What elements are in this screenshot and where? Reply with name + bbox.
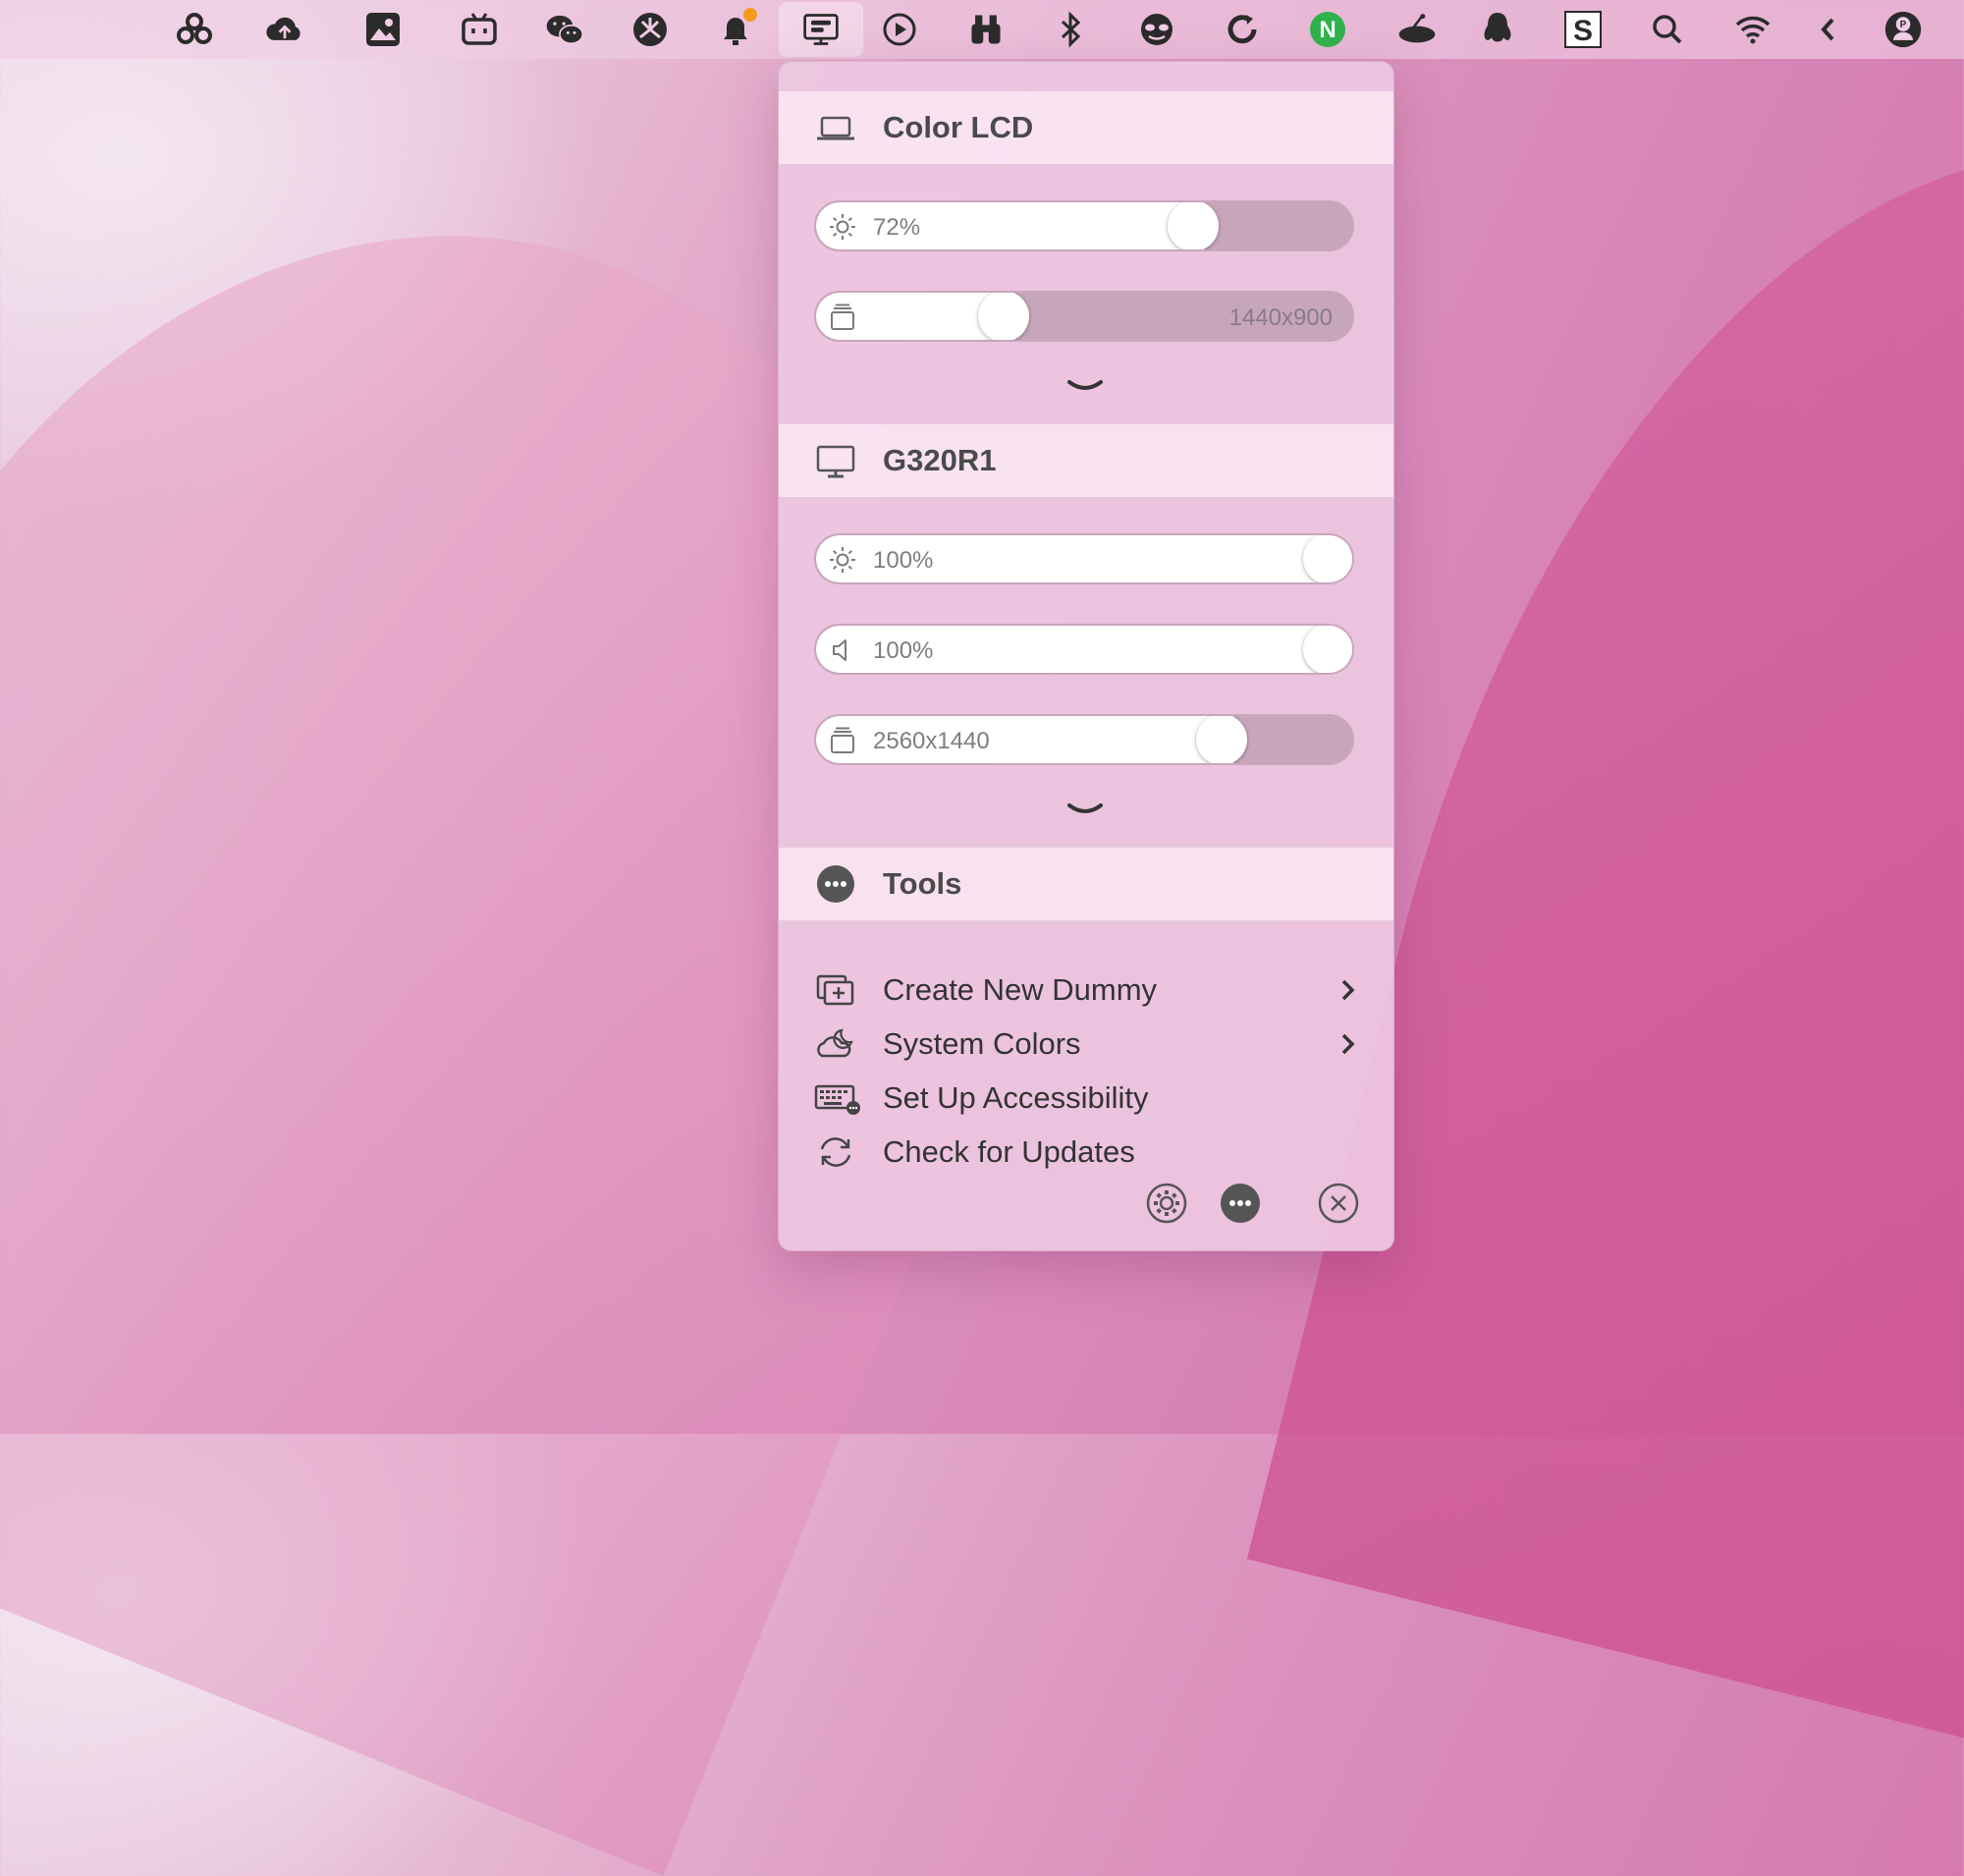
ufo-icon[interactable] <box>1388 0 1446 59</box>
menu-item-set-up-accessibility[interactable]: Set Up Accessibility <box>814 1075 1360 1122</box>
volume-slider[interactable]: 100% <box>814 624 1354 675</box>
tools-header: Tools <box>779 847 1393 921</box>
yuque-icon[interactable] <box>621 0 680 59</box>
brightness-value: 100% <box>873 547 934 574</box>
chevron-right-icon <box>1337 1029 1360 1059</box>
notification-dot <box>743 8 757 22</box>
refresh-icon <box>814 1132 857 1172</box>
close-icon[interactable] <box>1317 1182 1360 1225</box>
resolution-stack-icon <box>828 303 857 332</box>
menu-bar: N S P <box>0 0 1964 59</box>
resolution-slider[interactable]: 2560x1440 <box>814 714 1354 765</box>
play-circle-icon[interactable] <box>870 0 929 59</box>
mask-face-icon[interactable] <box>1127 0 1186 59</box>
slider-knob[interactable] <box>978 293 1029 340</box>
cloud-moon-icon <box>814 1024 857 1064</box>
chevron-left-icon[interactable] <box>1799 0 1858 59</box>
notification-bell-icon[interactable] <box>706 0 765 59</box>
slider-knob[interactable] <box>1303 626 1352 673</box>
svg-text:S: S <box>1573 15 1593 47</box>
laptop-icon <box>814 108 857 147</box>
cloud-upload-icon[interactable] <box>255 0 314 59</box>
sync-circle-icon[interactable] <box>1213 0 1272 59</box>
display-name: G320R1 <box>883 443 997 477</box>
n-badge-icon[interactable]: N <box>1298 0 1357 59</box>
slider-knob[interactable] <box>1168 202 1219 249</box>
resolution-value: 2560x1440 <box>873 728 990 754</box>
sun-icon <box>828 545 857 575</box>
display-header-color-lcd: Color LCD <box>779 90 1393 165</box>
wechat-icon[interactable] <box>535 0 594 59</box>
sun-icon <box>828 212 857 242</box>
display-menu-panel: Color LCD 72% 1440x900 G320R1 100% 100% … <box>778 61 1394 1251</box>
monitor-icon <box>814 441 857 480</box>
menu-item-system-colors[interactable]: System Colors <box>814 1021 1360 1068</box>
menu-item-label: Set Up Accessibility <box>883 1080 1149 1115</box>
user-avatar-icon[interactable]: P <box>1874 0 1933 59</box>
more-options-icon[interactable] <box>1219 1182 1262 1225</box>
menu-item-label: System Colors <box>883 1026 1081 1061</box>
svg-text:P: P <box>1900 20 1907 30</box>
display-header-g320r1: G320R1 <box>779 423 1393 498</box>
menu-item-label: Check for Updates <box>883 1134 1135 1169</box>
brightness-slider[interactable]: 100% <box>814 533 1354 584</box>
keyboard-icon <box>814 1078 860 1118</box>
tools-title: Tools <box>883 866 962 901</box>
wifi-icon[interactable] <box>1723 0 1782 59</box>
bilibili-icon[interactable] <box>450 0 509 59</box>
chevron-right-icon <box>1337 975 1360 1005</box>
volume-value: 100% <box>873 637 934 664</box>
bluetooth-icon[interactable] <box>1041 0 1100 59</box>
add-display-icon <box>814 970 857 1010</box>
display-name: Color LCD <box>883 110 1034 144</box>
resolution-stack-icon <box>828 726 857 755</box>
photos-icon[interactable] <box>354 0 412 59</box>
slider-knob[interactable] <box>1303 535 1352 582</box>
resolution-slider[interactable]: 1440x900 <box>814 291 1354 342</box>
menu-item-check-for-updates[interactable]: Check for Updates <box>814 1129 1360 1176</box>
resolution-value: 1440x900 <box>1228 304 1333 331</box>
svg-text:N: N <box>1319 17 1336 43</box>
search-icon[interactable] <box>1638 0 1697 59</box>
brightness-value: 72% <box>873 214 921 241</box>
more-circle-icon <box>814 864 857 904</box>
speaker-icon <box>828 635 857 665</box>
menu-item-label: Create New Dummy <box>883 972 1158 1007</box>
slider-knob[interactable] <box>1196 716 1247 763</box>
s-app-icon[interactable]: S <box>1554 0 1612 59</box>
expand-chevron-icon[interactable] <box>1064 798 1107 823</box>
cloud-clover-icon[interactable] <box>165 0 224 59</box>
display-control-icon[interactable] <box>779 2 863 57</box>
expand-chevron-icon[interactable] <box>1064 374 1107 400</box>
binoculars-icon[interactable] <box>956 0 1015 59</box>
settings-gear-icon[interactable] <box>1145 1182 1188 1225</box>
menu-item-create-new-dummy[interactable]: Create New Dummy <box>814 966 1360 1014</box>
qq-penguin-icon[interactable] <box>1468 0 1527 59</box>
brightness-slider[interactable]: 72% <box>814 200 1354 251</box>
